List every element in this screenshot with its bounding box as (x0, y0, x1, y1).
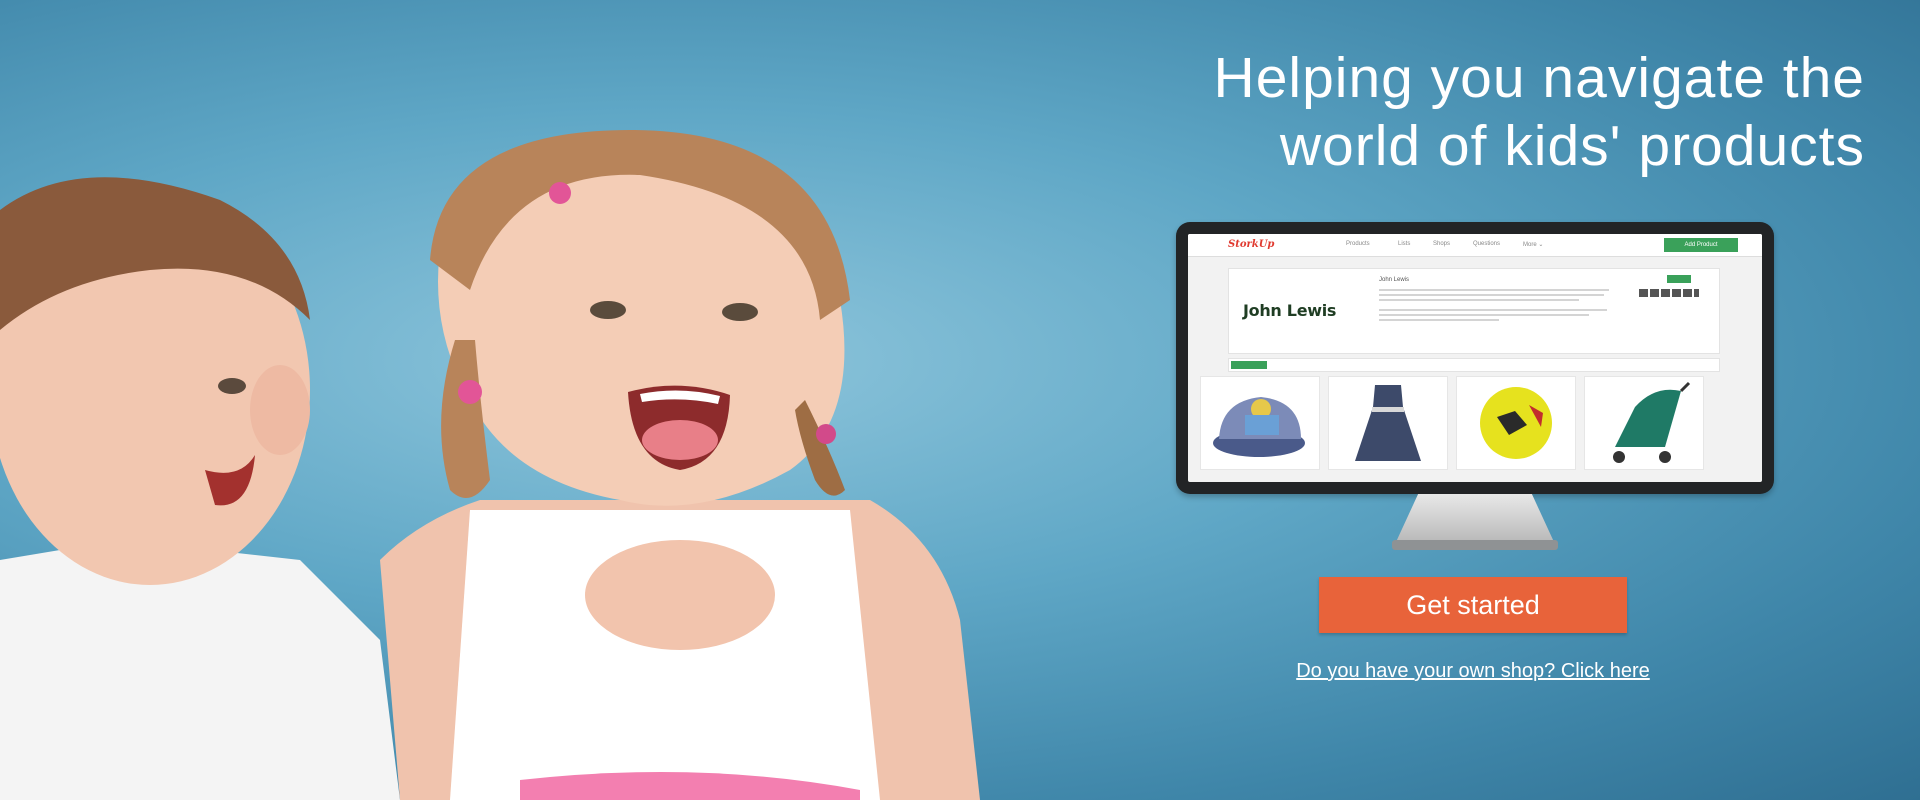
mockup-product-pushchair (1584, 376, 1704, 470)
mockup-nav-item-shops: Shops (1433, 241, 1451, 247)
mockup-shop-card: John Lewis John Lewis (1228, 268, 1720, 354)
monitor-stand (1396, 494, 1554, 542)
mockup-nav-item-questions: Questions (1473, 241, 1501, 247)
monitor-screen: StorkUp Products Lists Shops Questions M… (1188, 234, 1762, 482)
mockup-product-football (1456, 376, 1576, 470)
kids-photo (0, 130, 980, 800)
own-shop-link[interactable]: Do you have your own shop? Click here (1175, 660, 1771, 683)
mockup-logo: StorkUp (1228, 239, 1275, 250)
mockup-toolbar-button (1231, 361, 1267, 369)
mockup-text-line (1379, 289, 1609, 291)
mockup-text-line (1379, 299, 1579, 301)
pushchair-icon (1613, 381, 1691, 463)
mockup-product-dress (1328, 376, 1448, 470)
mockup-nav-item-more: More ⌄ (1523, 242, 1544, 248)
mockup-product-car-seat (1200, 376, 1320, 470)
mockup-brand-logo: John Lewis (1243, 301, 1337, 320)
mockup-follow-button (1667, 275, 1691, 283)
football-icon (1480, 387, 1552, 459)
mockup-toolbar (1228, 358, 1720, 372)
mockup-text-line (1379, 319, 1499, 321)
mockup-follower-avatars (1639, 289, 1699, 297)
monitor-mockup: StorkUp Products Lists Shops Questions M… (1176, 222, 1774, 494)
mockup-text-line (1379, 294, 1604, 296)
mockup-nav-item-products: Products (1346, 241, 1370, 247)
mockup-add-product-button: Add Product (1664, 238, 1738, 252)
mockup-text-line (1379, 309, 1607, 311)
get-started-button[interactable]: Get started (1319, 577, 1627, 633)
hero-headline: Helping you navigate the world of kids' … (965, 44, 1865, 180)
mockup-nav-item-lists: Lists (1398, 241, 1411, 247)
mockup-navbar: StorkUp Products Lists Shops Questions M… (1188, 234, 1762, 257)
dress-icon (1355, 385, 1421, 461)
mockup-shop-name: John Lewis (1379, 277, 1410, 283)
hero-banner: Helping you navigate the world of kids' … (0, 0, 1920, 800)
monitor-stand-base (1392, 540, 1558, 550)
headline-line-1: Helping you navigate the (1213, 46, 1865, 110)
mockup-text-line (1379, 314, 1589, 316)
headline-line-2: world of kids' products (1279, 114, 1865, 178)
car-seat-icon (1213, 397, 1305, 457)
